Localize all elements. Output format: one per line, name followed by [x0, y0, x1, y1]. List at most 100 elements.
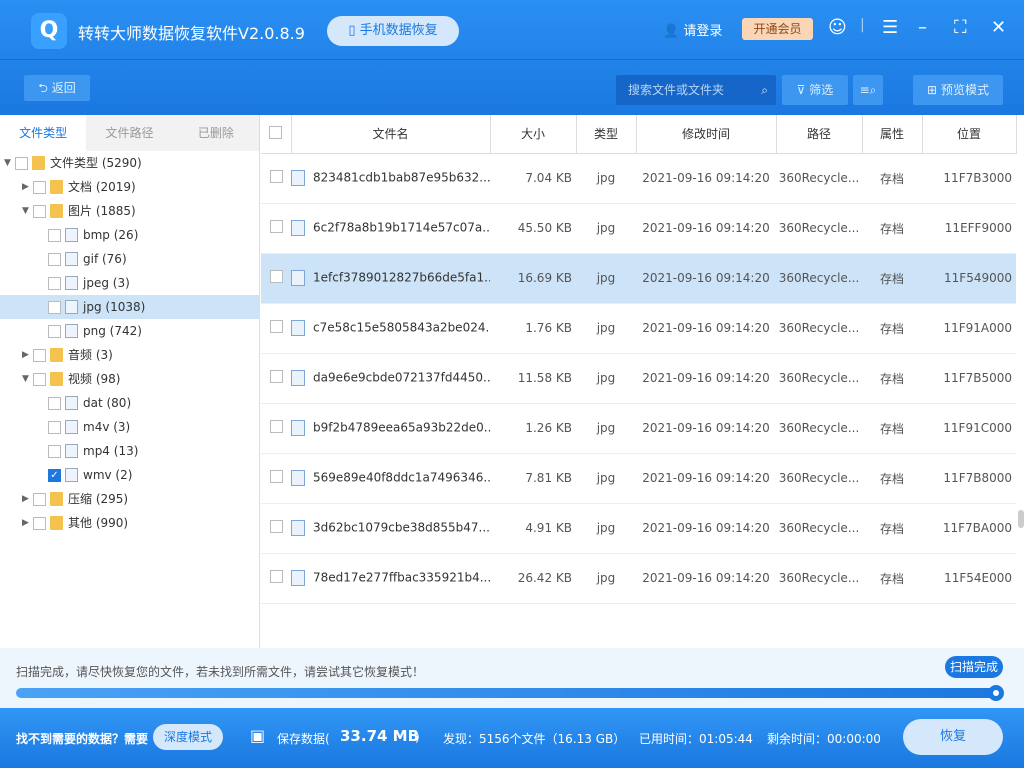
header-type[interactable]: 类型: [576, 115, 637, 154]
tree-node[interactable]: gif (76): [0, 247, 259, 271]
tree-node[interactable]: mp4 (13): [0, 439, 259, 463]
tree-node[interactable]: jpeg (3): [0, 271, 259, 295]
table-row[interactable]: 823481cdb1bab87e95b632... 7.04 KB jpg 2021-…: [261, 153, 1016, 204]
tree-checkbox[interactable]: [48, 229, 61, 242]
tree-node[interactable]: ▼ 图片 (1885): [0, 199, 259, 223]
tree-node[interactable]: bmp (26): [0, 223, 259, 247]
scrollbar[interactable]: [1018, 510, 1024, 528]
tree-checkbox[interactable]: [48, 445, 61, 458]
chevron-right-icon[interactable]: ▶: [22, 511, 29, 535]
deep-mode-button[interactable]: 深度模式: [153, 724, 223, 750]
chevron-right-icon[interactable]: ▶: [22, 343, 29, 367]
tree-node[interactable]: dat (80): [0, 391, 259, 415]
tree-node[interactable]: png (742): [0, 319, 259, 343]
table-row[interactable]: 569e89e40f8ddc1a7496346... 7.81 KB jpg 2021…: [261, 453, 1016, 504]
tree-node[interactable]: ▶ 文档 (2019): [0, 175, 259, 199]
header-modified[interactable]: 修改时间: [636, 115, 777, 154]
tree-checkbox[interactable]: [33, 349, 46, 362]
vip-button[interactable]: 开通会员: [742, 18, 813, 40]
recover-button[interactable]: 恢复: [903, 719, 1003, 755]
tree-node[interactable]: ▶ 音频 (3): [0, 343, 259, 367]
header-size[interactable]: 大小: [490, 115, 577, 154]
row-checkbox[interactable]: [261, 503, 291, 554]
tree-checkbox[interactable]: [33, 517, 46, 530]
tree-checkbox[interactable]: [48, 277, 61, 290]
tree-node[interactable]: ▶ 其他 (990): [0, 511, 259, 535]
filter-button[interactable]: ⊽ 筛选: [782, 75, 848, 105]
tree-checkbox[interactable]: [48, 301, 61, 314]
login-button[interactable]: 👤 请登录: [663, 20, 722, 39]
tab-file-type[interactable]: 文件类型: [0, 115, 87, 151]
table-row[interactable]: b9f2b4789eea65a93b22de0... 1.26 KB jpg 2021…: [261, 403, 1016, 454]
row-checkbox[interactable]: [261, 403, 291, 454]
select-all-checkbox[interactable]: [261, 115, 292, 154]
tree-checkbox[interactable]: [33, 373, 46, 386]
file-icon: [65, 324, 78, 338]
folder-icon: [50, 492, 63, 506]
table-row[interactable]: 6c2f78a8b19b1714e57c07a... 45.50 KB jpg 202…: [261, 203, 1016, 254]
support-icon[interactable]: ☺: [828, 17, 847, 38]
table-row[interactable]: 3d62bc1079cbe38d855b47... 4.91 KB jpg 2021-…: [261, 503, 1016, 554]
save-data-value: 33.74 MB: [340, 727, 420, 745]
list-search-button[interactable]: ≡⌕: [853, 75, 883, 105]
tree-node[interactable]: m4v (3): [0, 415, 259, 439]
row-checkbox[interactable]: [261, 203, 291, 254]
minimize-icon[interactable]: –: [918, 17, 927, 38]
tree-node[interactable]: jpg (1038): [0, 295, 259, 319]
tree-checkbox[interactable]: [48, 397, 61, 410]
tab-file-path[interactable]: 文件路径: [86, 115, 173, 151]
row-checkbox[interactable]: [261, 453, 291, 504]
preview-mode-button[interactable]: ⊞ 预览模式: [913, 75, 1003, 105]
tree-node[interactable]: ✓ wmv (2): [0, 463, 259, 487]
chevron-down-icon[interactable]: ▼: [4, 151, 11, 175]
menu-icon[interactable]: ☰: [882, 17, 898, 38]
row-checkbox[interactable]: [261, 253, 291, 304]
table-row[interactable]: 78ed17e277ffbac335921b4... 26.42 KB jpg 202…: [261, 553, 1016, 604]
close-icon[interactable]: ✕: [991, 17, 1006, 38]
header-attribute[interactable]: 属性: [862, 115, 923, 154]
tree-checkbox[interactable]: [48, 421, 61, 434]
tree-node[interactable]: ▼ 视频 (98): [0, 367, 259, 391]
tree-node-label: dat (80): [83, 396, 132, 410]
table-row[interactable]: da9e6e9cbde072137fd4450... 11.58 KB jpg 202…: [261, 353, 1016, 404]
tree-checkbox[interactable]: [48, 253, 61, 266]
file-attribute: 存档: [862, 453, 922, 504]
row-checkbox[interactable]: [261, 353, 291, 404]
tree-checkbox[interactable]: [33, 205, 46, 218]
phone-recovery-button[interactable]: ▯ 手机数据恢复: [327, 16, 459, 46]
search-input[interactable]: 搜索文件或文件夹 ⌕: [616, 75, 776, 105]
file-attribute: 存档: [862, 253, 922, 304]
header-name[interactable]: 文件名: [291, 115, 491, 154]
folder-icon: [50, 516, 63, 530]
footer: 找不到需要的数据？需要 深度模式 ▣ 保存数据( 33.74 MB ) 发现：5…: [0, 708, 1024, 768]
chevron-right-icon[interactable]: ▶: [22, 175, 29, 199]
back-button[interactable]: ⮌ 返回: [24, 75, 90, 101]
search-icon[interactable]: ⌕: [761, 75, 768, 105]
chevron-down-icon[interactable]: ▼: [22, 367, 29, 391]
chevron-down-icon[interactable]: ▼: [22, 199, 29, 223]
maximize-icon[interactable]: ⛶: [954, 17, 967, 38]
table-row[interactable]: 1efcf3789012827b66de5fa1... 16.69 KB jpg 20…: [261, 253, 1016, 304]
tree-checkbox[interactable]: [15, 157, 28, 170]
table-row[interactable]: c7e58c15e5805843a2be024... 1.76 KB jpg 2021…: [261, 303, 1016, 354]
tree-checkbox[interactable]: [33, 181, 46, 194]
row-checkbox[interactable]: [261, 153, 291, 204]
tree-node[interactable]: ▶ 压缩 (295): [0, 487, 259, 511]
header-location[interactable]: 位置: [922, 115, 1017, 154]
file-size: 7.04 KB: [490, 153, 576, 204]
row-checkbox[interactable]: [261, 553, 291, 604]
file-name-text: da9e6e9cbde072137fd4450...: [313, 370, 490, 385]
image-file-icon: [291, 420, 305, 436]
file-attribute: 存档: [862, 203, 922, 254]
tree-checkbox[interactable]: ✓: [48, 469, 61, 482]
row-checkbox[interactable]: [261, 303, 291, 354]
tree-checkbox[interactable]: [33, 493, 46, 506]
file-attribute: 存档: [862, 403, 922, 454]
tree-node[interactable]: ▼ 文件类型 (5290): [0, 151, 259, 175]
tab-deleted[interactable]: 已删除: [172, 115, 259, 151]
header-path[interactable]: 路径: [776, 115, 863, 154]
tree-checkbox[interactable]: [48, 325, 61, 338]
modified-time: 2021-09-16 09:14:20: [636, 503, 776, 554]
chevron-right-icon[interactable]: ▶: [22, 487, 29, 511]
list-search-icon: ≡⌕: [859, 83, 877, 97]
